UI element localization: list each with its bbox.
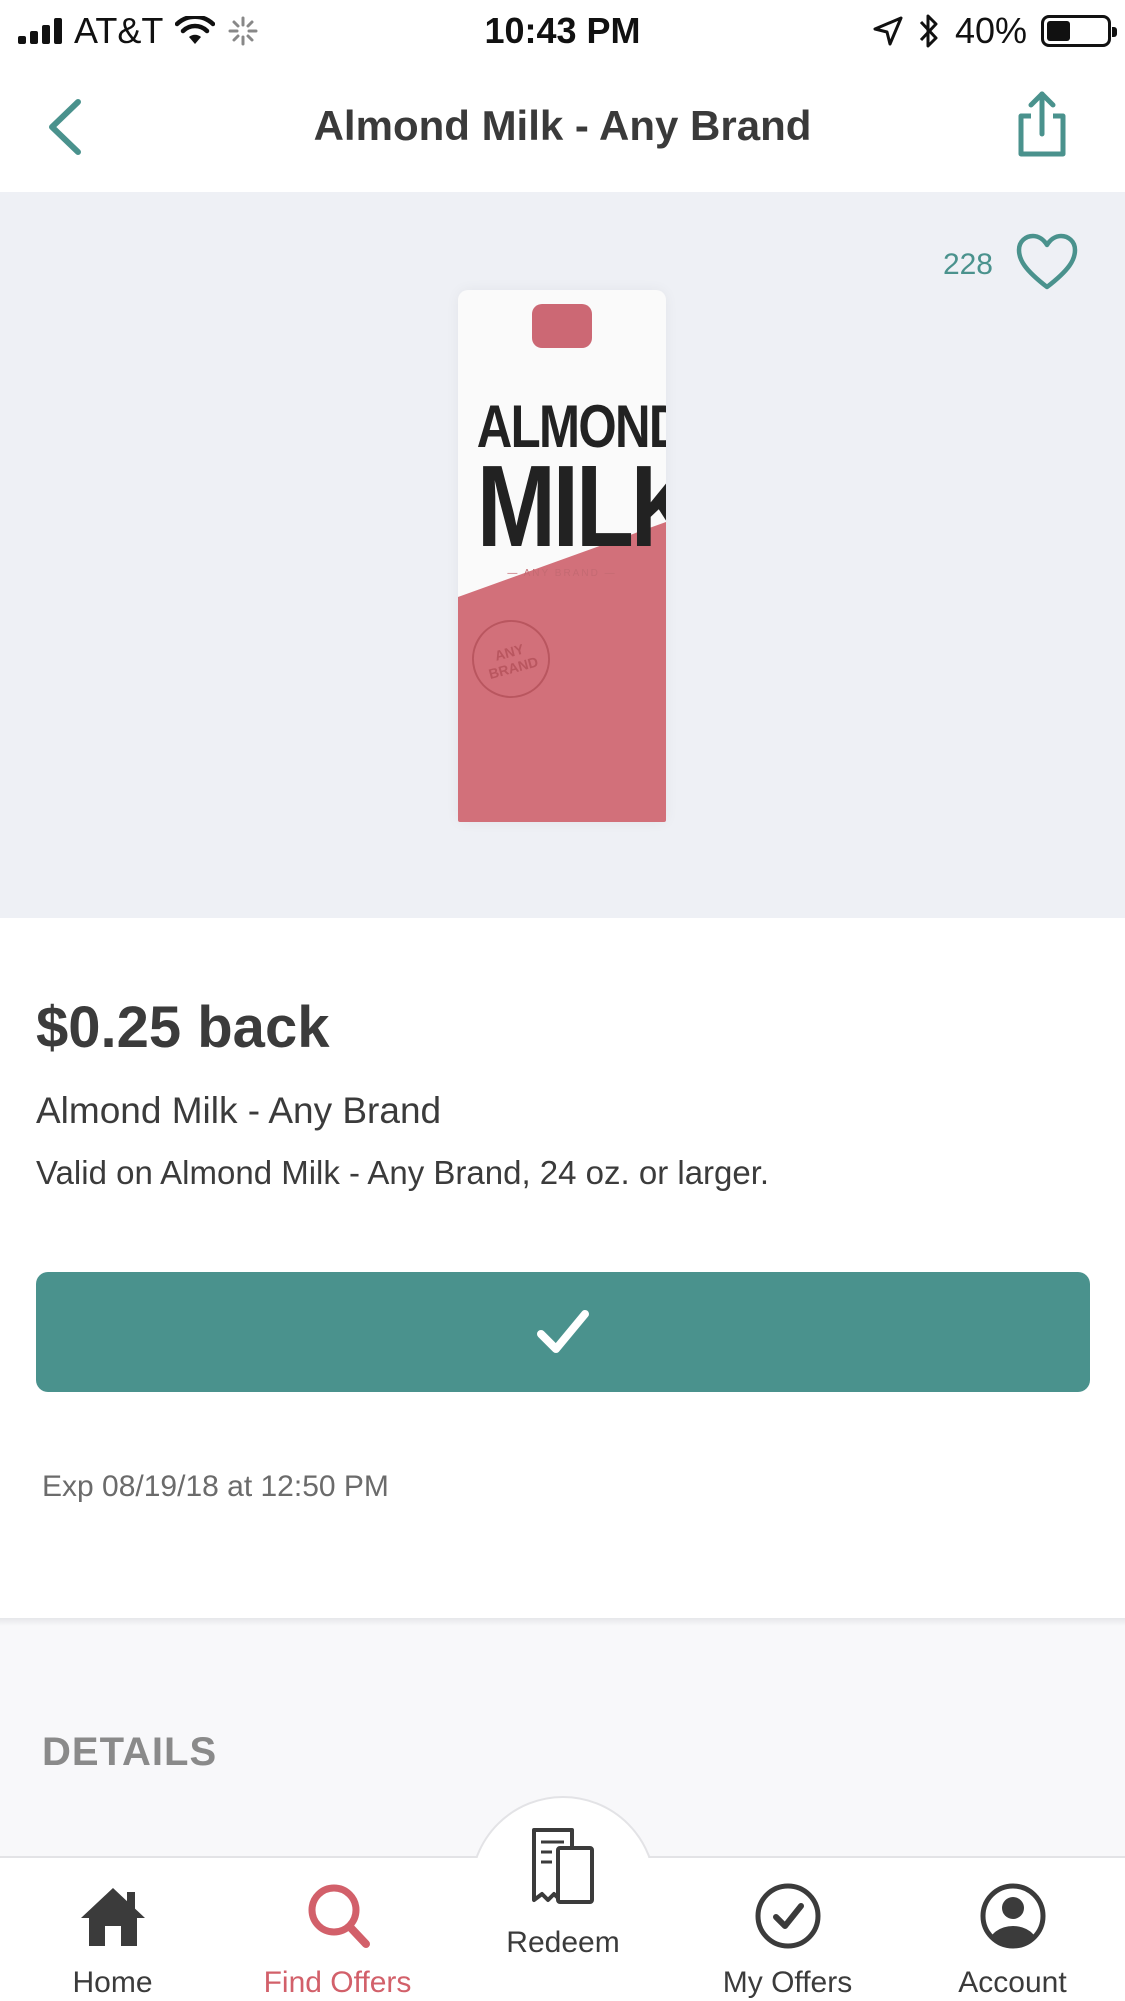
check-circle-icon — [755, 1883, 820, 1949]
tab-find-offers[interactable]: Find Offers — [240, 1858, 435, 2001]
like-count: 228 — [942, 248, 993, 281]
carton-seal-text: ANY BRAND — [486, 640, 540, 682]
checkmark-icon — [537, 1310, 589, 1353]
section-divider — [0, 1618, 1125, 1658]
status-right: 40% — [873, 10, 1117, 52]
carton-word-milk: MILK — [476, 441, 666, 571]
heart-icon[interactable] — [1015, 232, 1079, 292]
tab-account-label: Account — [958, 1966, 1067, 1999]
bluetooth-icon — [919, 14, 938, 48]
location-arrow-icon — [873, 16, 903, 46]
share-icon[interactable] — [1007, 90, 1077, 160]
tab-home-label: Home — [72, 1966, 153, 1999]
home-icon — [80, 1888, 145, 1946]
tab-home[interactable]: Home — [30, 1858, 195, 2001]
tab-redeem-label: Redeem — [506, 1926, 620, 1959]
nav-bar: Almond Milk - Any Brand — [0, 62, 1125, 192]
battery-fill — [1047, 21, 1070, 41]
status-bar: AT&T 10:43 PM 40% — [0, 0, 1125, 62]
tab-account[interactable]: Account — [925, 1858, 1100, 2001]
product-image: ALMOND MILK — ANY BRAND — ANY BRAND — [458, 290, 666, 822]
details-heading: DETAILS — [42, 1730, 218, 1774]
battery-percent: 40% — [954, 10, 1027, 51]
page-title: Almond Milk - Any Brand — [313, 102, 812, 149]
expiration-text: Exp 08/19/18 at 12:50 PM — [42, 1470, 389, 1503]
tab-my-offers-label: My Offers — [722, 1966, 853, 1999]
tab-find-offers-label: Find Offers — [263, 1966, 412, 1999]
offer-added-button[interactable] — [36, 1272, 1090, 1392]
receipt-icon[interactable] — [528, 1826, 598, 1908]
offer-name: Almond Milk - Any Brand — [36, 1090, 442, 1131]
carton-subtitle: — ANY BRAND — — [507, 568, 617, 579]
offer-description: Valid on Almond Milk - Any Brand, 24 oz.… — [36, 1154, 770, 1191]
battery-icon — [1041, 15, 1117, 47]
offer-amount: $0.25 back — [36, 995, 330, 1060]
carton-body: ALMOND MILK — ANY BRAND — ANY BRAND — [458, 290, 666, 822]
carton-cap — [532, 304, 592, 348]
user-circle-icon — [980, 1883, 1045, 1949]
search-icon — [308, 1884, 370, 1948]
tab-my-offers[interactable]: My Offers — [700, 1858, 875, 2001]
product-hero: 228 ALMOND MILK — ANY BRAND — ANY BRAND — [0, 192, 1125, 918]
